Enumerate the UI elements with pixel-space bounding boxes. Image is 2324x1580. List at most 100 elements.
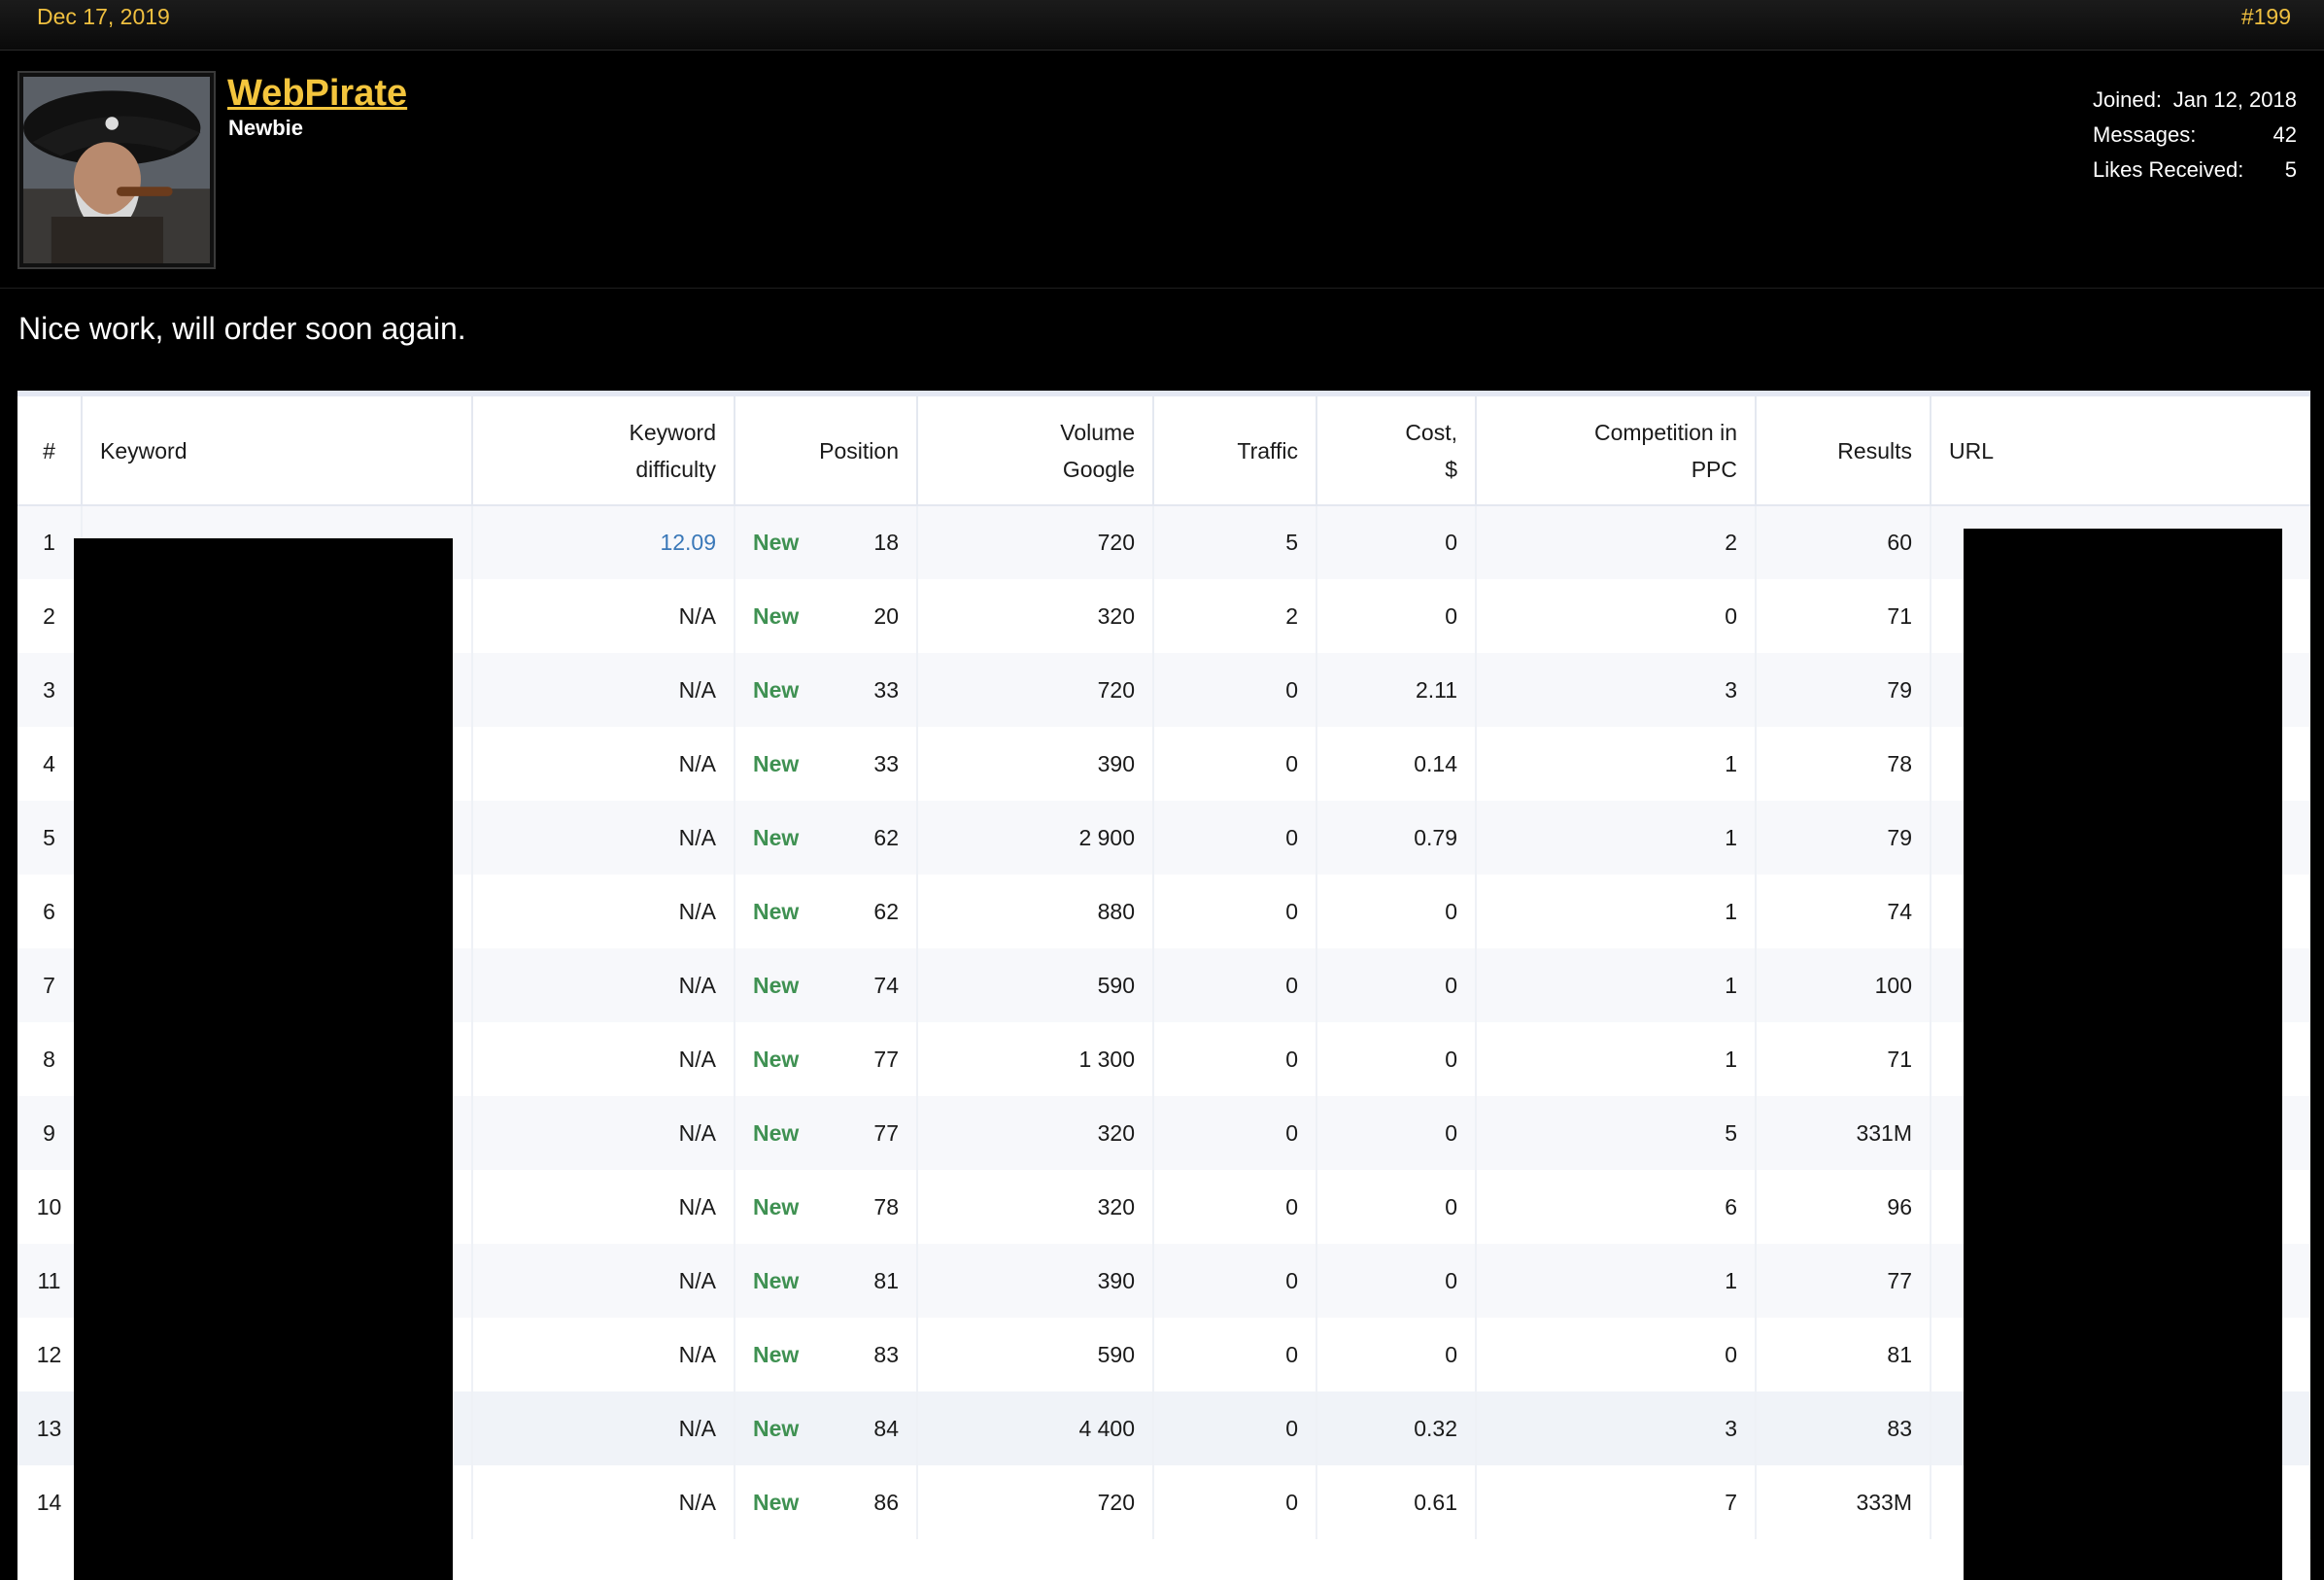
cell-cost: 0 bbox=[1316, 1022, 1477, 1096]
new-badge: New bbox=[753, 1341, 800, 1367]
cell-index: 1 bbox=[17, 505, 83, 579]
header-keyword-difficulty: Keyword difficulty bbox=[472, 396, 735, 506]
cell-results: 79 bbox=[1756, 801, 1931, 875]
new-badge: New bbox=[753, 1119, 800, 1146]
cell-position: New 62 bbox=[735, 875, 918, 948]
new-badge: New bbox=[753, 898, 800, 924]
cell-competition: 1 bbox=[1476, 875, 1757, 948]
cell-competition: 0 bbox=[1476, 1318, 1757, 1391]
cell-keyword-difficulty: N/A bbox=[472, 1318, 735, 1391]
cell-competition: 3 bbox=[1476, 1391, 1757, 1465]
cell-volume: 590 bbox=[917, 948, 1154, 1022]
cell-traffic: 5 bbox=[1153, 505, 1317, 579]
cell-keyword-difficulty: N/A bbox=[472, 801, 735, 875]
cell-results: 60 bbox=[1756, 505, 1931, 579]
cell-cost: 0 bbox=[1316, 579, 1477, 653]
cell-competition: 2 bbox=[1476, 505, 1757, 579]
post-message: Nice work, will order soon again. bbox=[18, 311, 466, 346]
new-badge: New bbox=[753, 1489, 800, 1515]
position-value: 33 bbox=[873, 676, 899, 703]
cell-index: 3 bbox=[17, 653, 83, 727]
cell-traffic: 0 bbox=[1153, 1465, 1317, 1539]
cell-results: 100 bbox=[1756, 948, 1931, 1022]
cell-results: 79 bbox=[1756, 653, 1931, 727]
cell-volume: 320 bbox=[917, 579, 1154, 653]
cell-traffic: 0 bbox=[1153, 727, 1317, 801]
cell-cost: 0.61 bbox=[1316, 1465, 1477, 1539]
cell-keyword-difficulty[interactable]: 12.09 bbox=[472, 505, 735, 579]
cell-competition: 3 bbox=[1476, 653, 1757, 727]
cell-results: 71 bbox=[1756, 1022, 1931, 1096]
new-badge: New bbox=[753, 750, 800, 776]
cell-position: New 83 bbox=[735, 1318, 918, 1391]
new-badge: New bbox=[753, 602, 800, 629]
header-idx: # bbox=[17, 396, 83, 506]
stat-messages-label: Messages: bbox=[2093, 122, 2197, 147]
cell-index: 9 bbox=[17, 1096, 83, 1170]
cell-results: 333M bbox=[1756, 1465, 1931, 1539]
cell-volume: 1 300 bbox=[917, 1022, 1154, 1096]
stat-likes-label: Likes Received: bbox=[2093, 157, 2244, 182]
cell-traffic: 0 bbox=[1153, 1096, 1317, 1170]
position-value: 77 bbox=[873, 1119, 899, 1146]
cell-keyword-difficulty: N/A bbox=[472, 653, 735, 727]
cell-volume: 320 bbox=[917, 1096, 1154, 1170]
cell-keyword-difficulty: N/A bbox=[472, 1170, 735, 1244]
cell-cost: 0.79 bbox=[1316, 801, 1477, 875]
cell-keyword-difficulty: N/A bbox=[472, 1244, 735, 1318]
username-link[interactable]: WebPirate bbox=[227, 73, 407, 115]
stat-likes-value: 5 bbox=[2284, 157, 2297, 182]
header-cost: Cost, $ bbox=[1316, 396, 1477, 506]
cell-competition: 0 bbox=[1476, 579, 1757, 653]
new-badge: New bbox=[753, 676, 800, 703]
cell-traffic: 0 bbox=[1153, 1318, 1317, 1391]
new-badge: New bbox=[753, 1046, 800, 1072]
cell-volume: 390 bbox=[917, 1244, 1154, 1318]
cell-competition: 1 bbox=[1476, 948, 1757, 1022]
cell-volume: 720 bbox=[917, 653, 1154, 727]
cell-traffic: 0 bbox=[1153, 653, 1317, 727]
position-value: 83 bbox=[873, 1341, 899, 1367]
cell-keyword-difficulty: N/A bbox=[472, 1391, 735, 1465]
cell-keyword-difficulty: N/A bbox=[472, 579, 735, 653]
cell-index: 5 bbox=[17, 801, 83, 875]
post-permalink[interactable]: #199 bbox=[2241, 4, 2291, 30]
position-value: 81 bbox=[873, 1267, 899, 1293]
header-position: Position bbox=[735, 396, 918, 506]
header-url: URL bbox=[1931, 396, 2310, 506]
cell-keyword-difficulty: N/A bbox=[472, 1465, 735, 1539]
cell-keyword-difficulty: N/A bbox=[472, 948, 735, 1022]
redacted-urls bbox=[1964, 529, 2282, 1580]
cell-keyword-difficulty: N/A bbox=[472, 875, 735, 948]
cell-position: New 84 bbox=[735, 1391, 918, 1465]
pirate-avatar-icon bbox=[23, 77, 210, 263]
cell-position: New 77 bbox=[735, 1022, 918, 1096]
position-value: 86 bbox=[873, 1489, 899, 1515]
post-header: Dec 17, 2019 #199 bbox=[0, 0, 2324, 51]
cell-results: 77 bbox=[1756, 1244, 1931, 1318]
position-value: 62 bbox=[873, 898, 899, 924]
cell-traffic: 2 bbox=[1153, 579, 1317, 653]
cell-cost: 0 bbox=[1316, 875, 1477, 948]
cell-competition: 1 bbox=[1476, 727, 1757, 801]
cell-position: New 18 bbox=[735, 505, 918, 579]
cell-cost: 0 bbox=[1316, 505, 1477, 579]
cell-keyword-difficulty: N/A bbox=[472, 727, 735, 801]
user-block: WebPirate Newbie Joined: Jan 12, 2018 Me… bbox=[0, 52, 2324, 289]
cell-index: 14 bbox=[17, 1465, 83, 1539]
cell-volume: 720 bbox=[917, 1465, 1154, 1539]
cell-position: New 33 bbox=[735, 727, 918, 801]
cell-index: 11 bbox=[17, 1244, 83, 1318]
cell-cost: 0 bbox=[1316, 1244, 1477, 1318]
cell-cost: 0 bbox=[1316, 1318, 1477, 1391]
stat-joined-value: Jan 12, 2018 bbox=[2172, 87, 2297, 112]
position-value: 77 bbox=[873, 1046, 899, 1072]
cell-volume: 590 bbox=[917, 1318, 1154, 1391]
redacted-keywords bbox=[74, 538, 453, 1580]
cell-competition: 1 bbox=[1476, 1022, 1757, 1096]
stat-messages-value[interactable]: 42 bbox=[2258, 122, 2297, 148]
user-title: Newbie bbox=[228, 116, 304, 140]
cell-keyword-difficulty: N/A bbox=[472, 1096, 735, 1170]
position-value: 18 bbox=[873, 530, 899, 555]
avatar[interactable] bbox=[17, 71, 216, 269]
